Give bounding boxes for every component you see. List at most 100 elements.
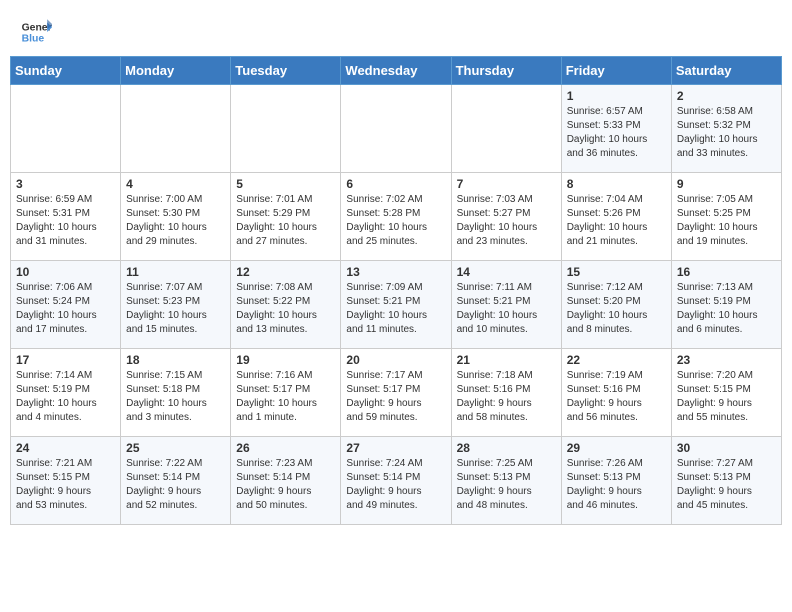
- day-cell: 12 Sunrise: 7:08 AM Sunset: 5:22 PM Dayli…: [231, 261, 341, 349]
- day-cell: 9 Sunrise: 7:05 AM Sunset: 5:25 PM Daylig…: [671, 173, 781, 261]
- day-cell: 26 Sunrise: 7:23 AM Sunset: 5:14 PM Dayli…: [231, 437, 341, 525]
- day-cell: 5 Sunrise: 7:01 AM Sunset: 5:29 PM Daylig…: [231, 173, 341, 261]
- day-info: Sunrise: 7:02 AM Sunset: 5:28 PM Dayligh…: [346, 193, 445, 249]
- day-number: 24: [16, 441, 115, 455]
- day-number: 16: [677, 265, 776, 279]
- day-info: Sunrise: 6:59 AM Sunset: 5:31 PM Dayligh…: [16, 193, 115, 249]
- day-number: 10: [16, 265, 115, 279]
- day-number: 11: [126, 265, 225, 279]
- day-number: 4: [126, 177, 225, 191]
- day-info: Sunrise: 7:00 AM Sunset: 5:30 PM Dayligh…: [126, 193, 225, 249]
- weekday-wednesday: Wednesday: [341, 57, 451, 85]
- day-cell: [451, 85, 561, 173]
- day-cell: 14 Sunrise: 7:11 AM Sunset: 5:21 PM Dayli…: [451, 261, 561, 349]
- day-info: Sunrise: 7:06 AM Sunset: 5:24 PM Dayligh…: [16, 281, 115, 337]
- week-row-4: 17 Sunrise: 7:14 AM Sunset: 5:19 PM Dayli…: [11, 349, 782, 437]
- day-number: 12: [236, 265, 335, 279]
- day-info: Sunrise: 7:14 AM Sunset: 5:19 PM Dayligh…: [16, 369, 115, 425]
- day-number: 19: [236, 353, 335, 367]
- weekday-tuesday: Tuesday: [231, 57, 341, 85]
- day-number: 9: [677, 177, 776, 191]
- day-number: 17: [16, 353, 115, 367]
- day-number: 28: [457, 441, 556, 455]
- day-number: 29: [567, 441, 666, 455]
- week-row-3: 10 Sunrise: 7:06 AM Sunset: 5:24 PM Dayli…: [11, 261, 782, 349]
- week-row-2: 3 Sunrise: 6:59 AM Sunset: 5:31 PM Daylig…: [11, 173, 782, 261]
- day-info: Sunrise: 6:58 AM Sunset: 5:32 PM Dayligh…: [677, 105, 776, 161]
- calendar-table: SundayMondayTuesdayWednesdayThursdayFrid…: [10, 56, 782, 525]
- day-number: 26: [236, 441, 335, 455]
- day-cell: 22 Sunrise: 7:19 AM Sunset: 5:16 PM Dayli…: [561, 349, 671, 437]
- day-cell: 3 Sunrise: 6:59 AM Sunset: 5:31 PM Daylig…: [11, 173, 121, 261]
- day-info: Sunrise: 7:27 AM Sunset: 5:13 PM Dayligh…: [677, 457, 776, 513]
- day-number: 21: [457, 353, 556, 367]
- day-number: 22: [567, 353, 666, 367]
- day-cell: 7Sunrise: 7:03 AM Sunset: 5:27 PM Daylig…: [451, 173, 561, 261]
- day-cell: 10 Sunrise: 7:06 AM Sunset: 5:24 PM Dayli…: [11, 261, 121, 349]
- day-info: Sunrise: 7:26 AM Sunset: 5:13 PM Dayligh…: [567, 457, 666, 513]
- day-number: 6: [346, 177, 445, 191]
- day-info: Sunrise: 7:11 AM Sunset: 5:21 PM Dayligh…: [457, 281, 556, 337]
- week-row-5: 24 Sunrise: 7:21 AM Sunset: 5:15 PM Dayli…: [11, 437, 782, 525]
- day-info: Sunrise: 7:03 AM Sunset: 5:27 PM Dayligh…: [457, 193, 556, 249]
- day-number: 5: [236, 177, 335, 191]
- day-info: Sunrise: 7:01 AM Sunset: 5:29 PM Dayligh…: [236, 193, 335, 249]
- day-number: 20: [346, 353, 445, 367]
- day-number: 25: [126, 441, 225, 455]
- svg-text:Blue: Blue: [22, 34, 45, 45]
- logo: General Blue: [20, 16, 52, 48]
- weekday-monday: Monday: [121, 57, 231, 85]
- day-cell: 18 Sunrise: 7:15 AM Sunset: 5:18 PM Dayli…: [121, 349, 231, 437]
- day-cell: 28Sunrise: 7:25 AM Sunset: 5:13 PM Dayli…: [451, 437, 561, 525]
- day-number: 13: [346, 265, 445, 279]
- day-info: Sunrise: 7:17 AM Sunset: 5:17 PM Dayligh…: [346, 369, 445, 425]
- day-number: 3: [16, 177, 115, 191]
- day-number: 14: [457, 265, 556, 279]
- day-info: Sunrise: 7:12 AM Sunset: 5:20 PM Dayligh…: [567, 281, 666, 337]
- day-number: 18: [126, 353, 225, 367]
- day-number: 1: [567, 89, 666, 103]
- day-cell: 6 Sunrise: 7:02 AM Sunset: 5:28 PM Daylig…: [341, 173, 451, 261]
- day-info: Sunrise: 7:09 AM Sunset: 5:21 PM Dayligh…: [346, 281, 445, 337]
- day-cell: [341, 85, 451, 173]
- day-cell: [121, 85, 231, 173]
- day-info: Sunrise: 7:08 AM Sunset: 5:22 PM Dayligh…: [236, 281, 335, 337]
- calendar-wrapper: SundayMondayTuesdayWednesdayThursdayFrid…: [0, 56, 792, 535]
- day-number: 2: [677, 89, 776, 103]
- weekday-friday: Friday: [561, 57, 671, 85]
- day-info: Sunrise: 7:16 AM Sunset: 5:17 PM Dayligh…: [236, 369, 335, 425]
- day-cell: 19 Sunrise: 7:16 AM Sunset: 5:17 PM Dayli…: [231, 349, 341, 437]
- day-cell: 25Sunrise: 7:22 AM Sunset: 5:14 PM Dayli…: [121, 437, 231, 525]
- weekday-thursday: Thursday: [451, 57, 561, 85]
- day-number: 30: [677, 441, 776, 455]
- day-info: Sunrise: 7:05 AM Sunset: 5:25 PM Dayligh…: [677, 193, 776, 249]
- day-info: Sunrise: 7:23 AM Sunset: 5:14 PM Dayligh…: [236, 457, 335, 513]
- day-info: Sunrise: 7:19 AM Sunset: 5:16 PM Dayligh…: [567, 369, 666, 425]
- day-cell: 17 Sunrise: 7:14 AM Sunset: 5:19 PM Dayli…: [11, 349, 121, 437]
- day-cell: 20 Sunrise: 7:17 AM Sunset: 5:17 PM Dayli…: [341, 349, 451, 437]
- day-cell: 23Sunrise: 7:20 AM Sunset: 5:15 PM Dayli…: [671, 349, 781, 437]
- day-cell: 21 Sunrise: 7:18 AM Sunset: 5:16 PM Dayli…: [451, 349, 561, 437]
- day-info: Sunrise: 7:24 AM Sunset: 5:14 PM Dayligh…: [346, 457, 445, 513]
- day-info: Sunrise: 7:13 AM Sunset: 5:19 PM Dayligh…: [677, 281, 776, 337]
- day-cell: 11 Sunrise: 7:07 AM Sunset: 5:23 PM Dayli…: [121, 261, 231, 349]
- day-info: Sunrise: 7:04 AM Sunset: 5:26 PM Dayligh…: [567, 193, 666, 249]
- day-cell: 24 Sunrise: 7:21 AM Sunset: 5:15 PM Dayli…: [11, 437, 121, 525]
- day-cell: 30 Sunrise: 7:27 AM Sunset: 5:13 PM Dayli…: [671, 437, 781, 525]
- weekday-saturday: Saturday: [671, 57, 781, 85]
- day-number: 23: [677, 353, 776, 367]
- weekday-sunday: Sunday: [11, 57, 121, 85]
- day-info: Sunrise: 7:15 AM Sunset: 5:18 PM Dayligh…: [126, 369, 225, 425]
- page-header: General Blue: [0, 0, 792, 56]
- day-cell: 8Sunrise: 7:04 AM Sunset: 5:26 PM Daylig…: [561, 173, 671, 261]
- day-cell: [231, 85, 341, 173]
- day-info: Sunrise: 7:07 AM Sunset: 5:23 PM Dayligh…: [126, 281, 225, 337]
- day-cell: 1Sunrise: 6:57 AM Sunset: 5:33 PM Daylig…: [561, 85, 671, 173]
- calendar-header: SundayMondayTuesdayWednesdayThursdayFrid…: [11, 57, 782, 85]
- day-info: Sunrise: 7:21 AM Sunset: 5:15 PM Dayligh…: [16, 457, 115, 513]
- day-number: 27: [346, 441, 445, 455]
- week-row-1: 1Sunrise: 6:57 AM Sunset: 5:33 PM Daylig…: [11, 85, 782, 173]
- weekday-header-row: SundayMondayTuesdayWednesdayThursdayFrid…: [11, 57, 782, 85]
- day-info: Sunrise: 7:18 AM Sunset: 5:16 PM Dayligh…: [457, 369, 556, 425]
- day-cell: 4 Sunrise: 7:00 AM Sunset: 5:30 PM Daylig…: [121, 173, 231, 261]
